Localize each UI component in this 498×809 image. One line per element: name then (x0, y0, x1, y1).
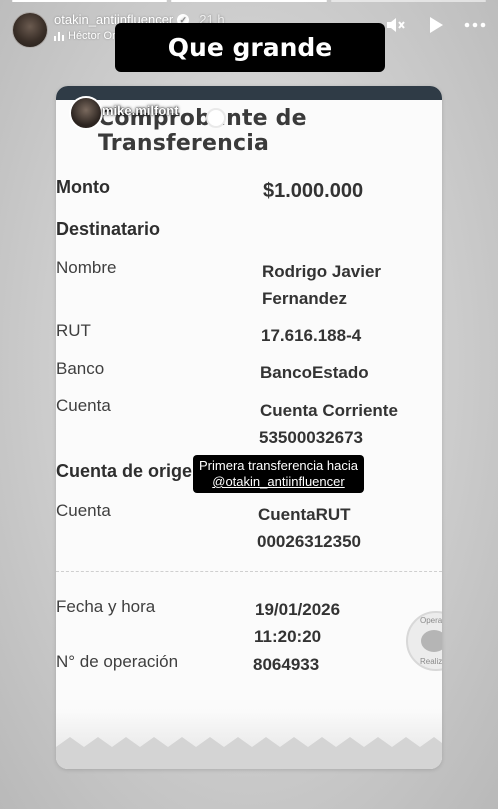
amount-value: $1.000.000 (263, 180, 364, 202)
origin-account-number-value: 00026312350 (257, 532, 362, 551)
operation-value: 8064933 (253, 655, 320, 674)
rut-label: RUT (56, 321, 91, 340)
transfer-receipt: Comprobante de Transferencia mike.milfon… (56, 86, 442, 769)
origin-account-label: Cuenta (56, 501, 111, 520)
bank-label: Banco (56, 359, 105, 378)
account-number-value: 53500032673 (259, 428, 364, 447)
mention-sticker[interactable]: Primera transferencia hacia @otakin_anti… (193, 455, 364, 493)
avatar[interactable] (12, 12, 48, 48)
seal-text-top: Opera (420, 616, 442, 625)
seal-text-bottom: Realiz (420, 657, 442, 666)
rut-value: 17.616.188-4 (261, 326, 362, 345)
receipt-divider (56, 571, 442, 572)
play-icon[interactable] (424, 14, 446, 36)
date-label: Fecha y hora (56, 597, 156, 616)
story-progress-bar (12, 0, 486, 3)
origin-heading: Cuenta de origen (56, 461, 204, 481)
mention-sticker-line1: Primera transferencia hacia (199, 458, 358, 473)
header-actions (384, 14, 486, 36)
amount-label: Monto (56, 177, 110, 197)
mention-avatar[interactable] (69, 96, 103, 130)
seal-logo-icon (421, 630, 442, 652)
name-value-line2: Fernandez (262, 289, 348, 308)
account-type-value: Cuenta Corriente (260, 401, 398, 420)
recipient-heading: Destinatario (56, 219, 161, 239)
more-icon[interactable] (464, 14, 486, 36)
name-label: Nombre (56, 258, 117, 277)
progress-segment (12, 0, 168, 2)
story-caption: Que grande Mike!!! (115, 23, 385, 111)
time-value: 11:20:20 (254, 627, 322, 646)
seal-stamp: Opera Realiz (406, 611, 442, 671)
name-value-line1: Rodrigo Javier (262, 262, 382, 281)
origin-account-type-value: CuentaRUT (258, 505, 351, 524)
mention-sticker-handle[interactable]: @otakin_antiinfluencer (199, 474, 358, 490)
receipt-header-bar (56, 86, 442, 100)
mute-icon[interactable] (384, 14, 406, 36)
mention-username[interactable]: mike.milfont (102, 103, 179, 118)
bank-value: BancoEstado (260, 363, 369, 382)
account-label: Cuenta (56, 396, 111, 415)
receipt-zigzag-edge (56, 709, 442, 769)
music-bars-icon (54, 31, 64, 41)
progress-segment (330, 0, 486, 2)
mention-badge-icon (206, 108, 226, 128)
operation-label: N° de operación (56, 652, 179, 671)
date-value: 19/01/2026 (255, 600, 341, 619)
progress-segment (171, 0, 327, 2)
